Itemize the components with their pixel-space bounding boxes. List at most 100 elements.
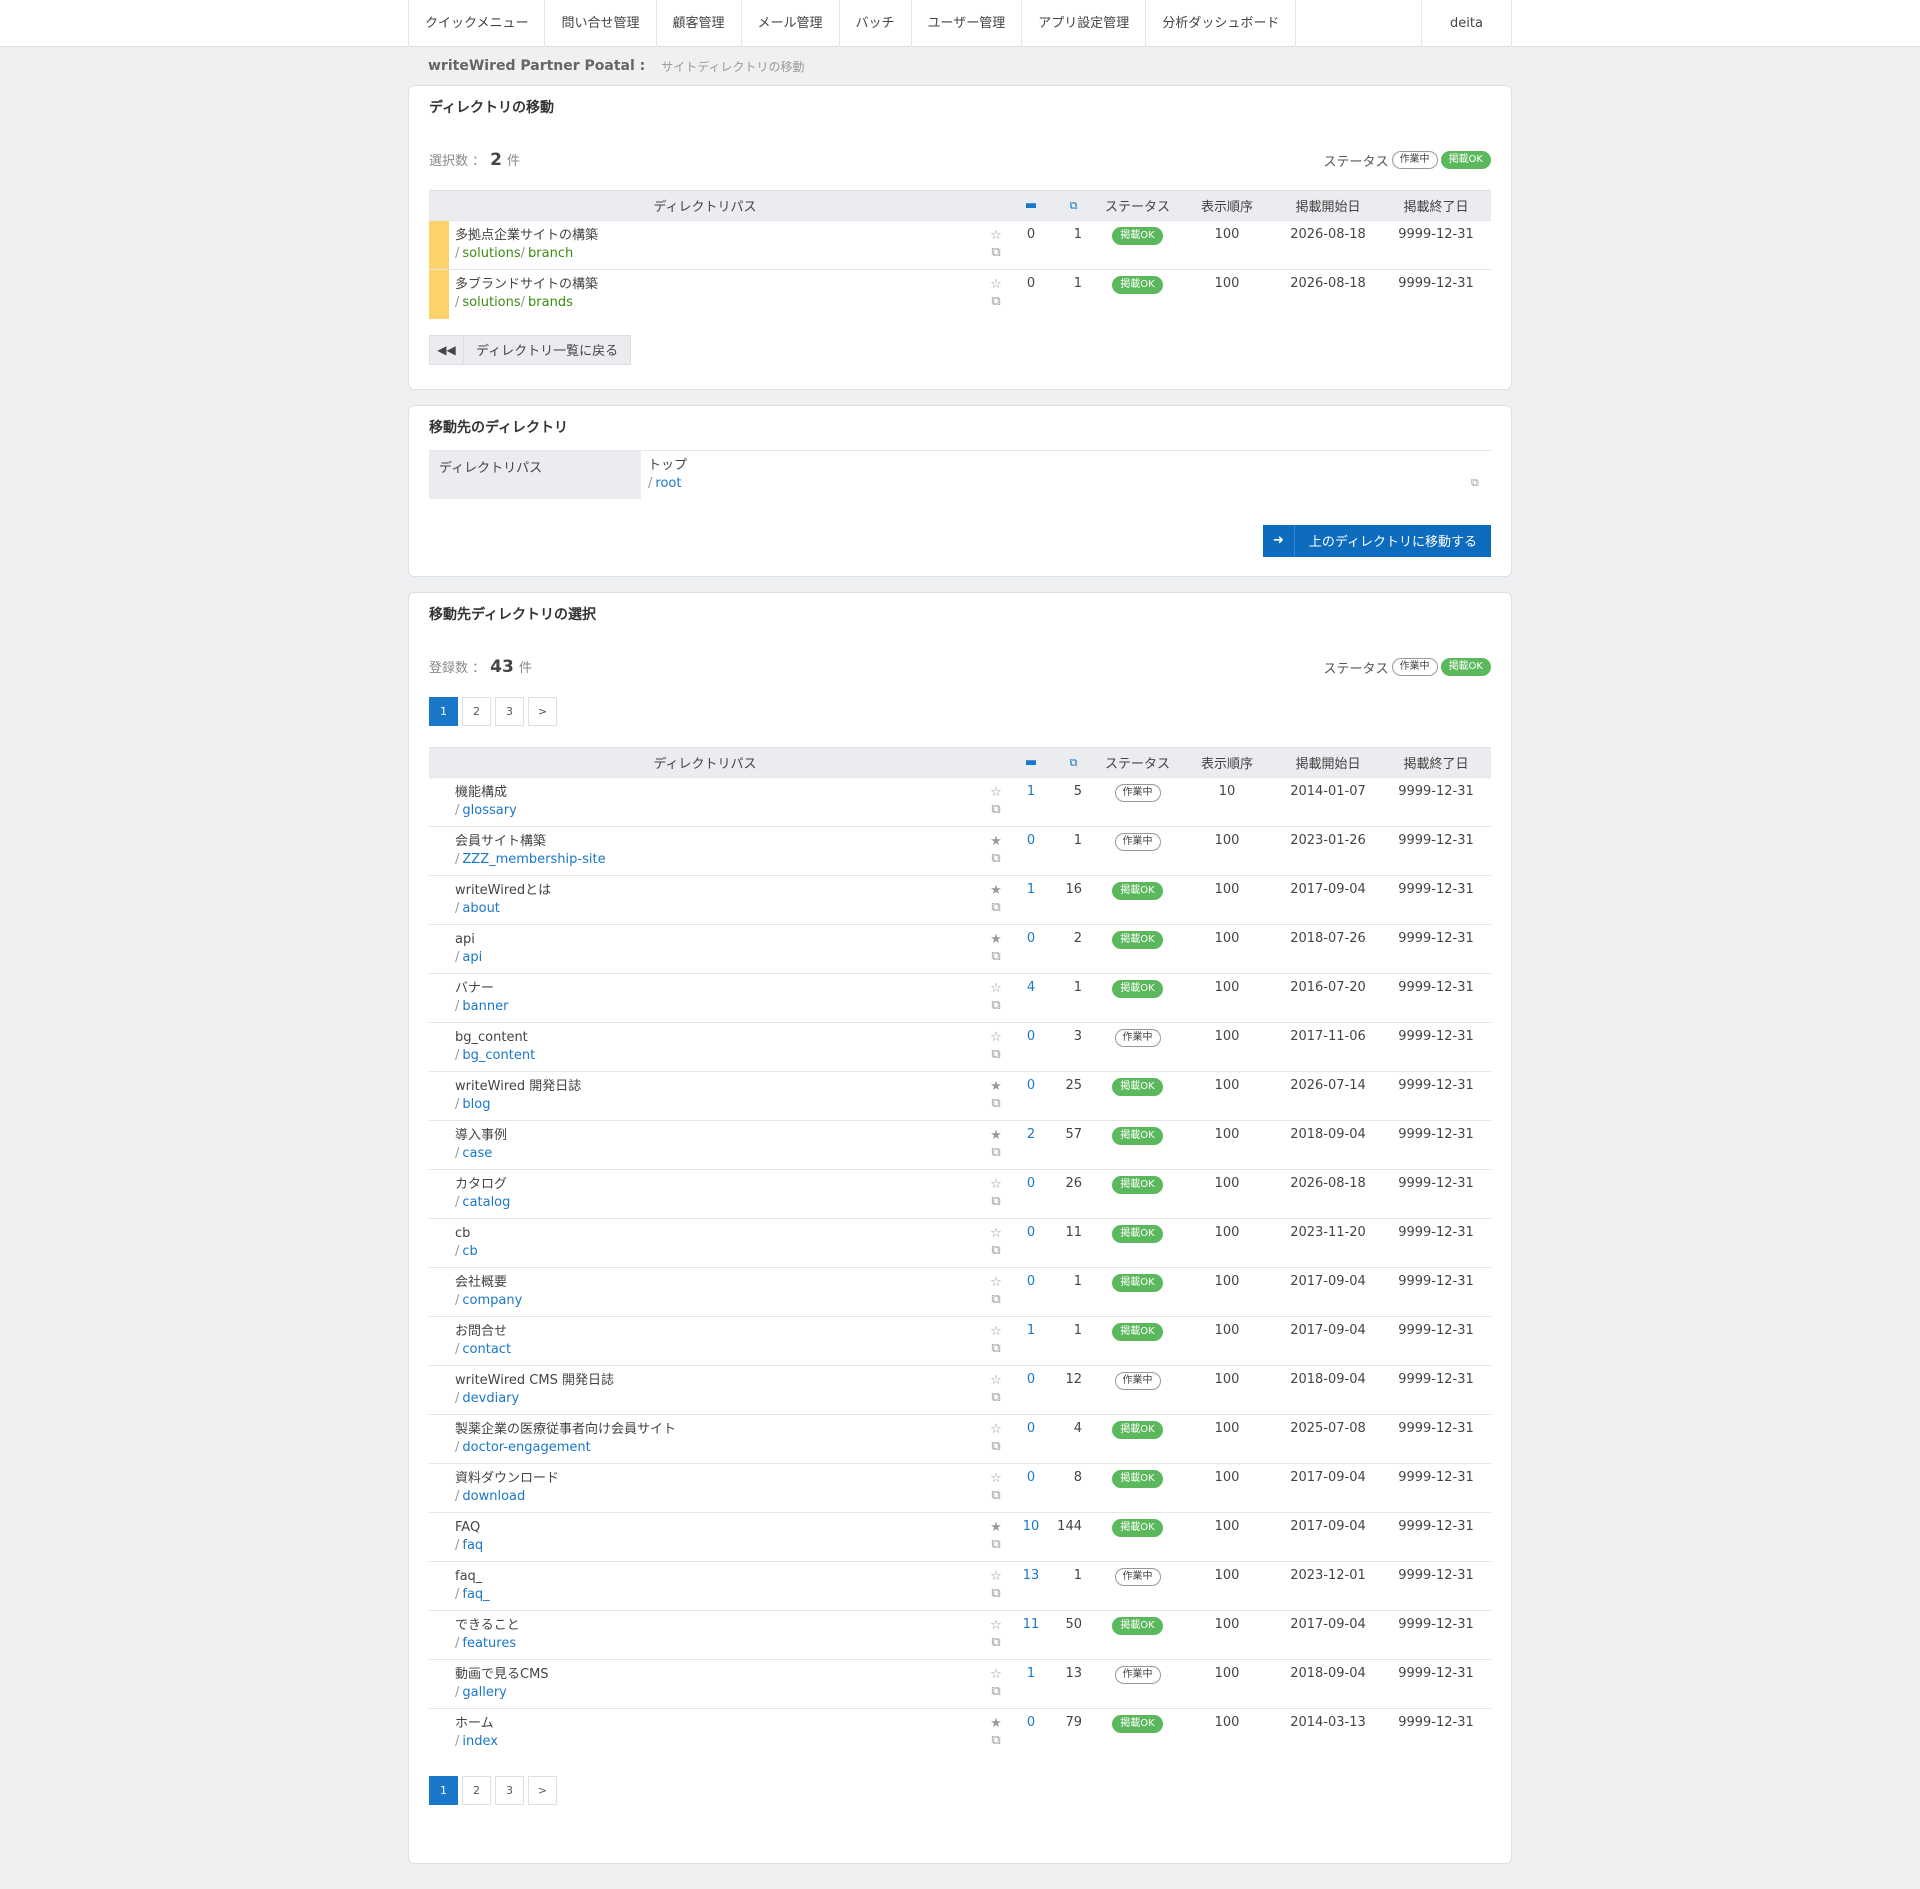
table-row[interactable]: faq_ / faq_ ☆ ⧉ 13 1 作業中 100 2023-12-01 9999-12-31: [429, 1561, 1491, 1611]
folder-count[interactable]: 0: [1011, 924, 1051, 974]
table-row[interactable]: できること / features ☆ ⧉ 11 50 掲載OK 100 2017-09-04 999…: [429, 1610, 1491, 1660]
destination-path-segment[interactable]: root: [655, 476, 681, 491]
star-icon[interactable]: ★: [981, 1715, 1011, 1732]
selected-row[interactable]: 多拠点企業サイトの構築 / solutions/branch ☆ ⧉ 0 1 掲載OK 100 2…: [429, 220, 1491, 270]
star-outline-icon[interactable]: ☆: [981, 1421, 1011, 1438]
star-icon[interactable]: ★: [981, 931, 1011, 948]
copy-icon[interactable]: ⧉: [981, 850, 1011, 867]
path-segment-link[interactable]: contact: [462, 1342, 511, 1357]
table-row[interactable]: cb / cb ☆ ⧉ 0 11 掲載OK 100 2023-11-20 9999-12-31: [429, 1218, 1491, 1268]
copy-icon[interactable]: ⧉: [981, 1487, 1011, 1504]
folder-count[interactable]: 1: [1011, 777, 1051, 827]
path-segment-link[interactable]: faq_: [462, 1587, 489, 1602]
copy-icon[interactable]: ⧉: [981, 1291, 1011, 1308]
table-row[interactable]: writeWiredとは / about ★ ⧉ 1 16 掲載OK 100 2017-09-04…: [429, 875, 1491, 925]
back-to-list-button[interactable]: ◀◀ ディレクトリ一覧に戻る: [429, 334, 632, 365]
folder-count[interactable]: 0: [1011, 1267, 1051, 1317]
selected-row[interactable]: 多ブランドサイトの構築 / solutions/brands ☆ ⧉ 0 1 掲載OK 100 2…: [429, 269, 1491, 319]
table-row[interactable]: 機能構成 / glossary ☆ ⧉ 1 5 作業中 10 2014-01-07 9999-12-…: [429, 777, 1491, 827]
copy-icon[interactable]: ⧉: [981, 1389, 1011, 1406]
page-button[interactable]: 2: [462, 697, 491, 726]
table-row[interactable]: writeWired CMS 開発日誌 / devdiary ☆ ⧉ 0 12 作業中 100 2…: [429, 1365, 1491, 1415]
table-row[interactable]: api / api ★ ⧉ 0 2 掲載OK 100 2018-07-26 9999-12-31: [429, 924, 1491, 974]
folder-count[interactable]: 0: [1011, 1708, 1051, 1758]
copy-icon[interactable]: ⧉: [981, 1634, 1011, 1651]
copy-icon[interactable]: ⧉: [981, 1046, 1011, 1063]
folder-count[interactable]: 10: [1011, 1512, 1051, 1562]
move-to-directory-button[interactable]: ➜ 上のディレクトリに移動する: [1262, 524, 1491, 557]
star-outline-icon[interactable]: ☆: [981, 1617, 1011, 1634]
path-segment-link[interactable]: branch: [528, 246, 573, 261]
copy-icon[interactable]: ⧉: [981, 1193, 1011, 1210]
table-row[interactable]: 動画で見るCMS / gallery ☆ ⧉ 1 13 作業中 100 2018-09-04 999…: [429, 1659, 1491, 1709]
page-button[interactable]: 3: [495, 697, 524, 726]
folder-count[interactable]: 0: [1011, 1169, 1051, 1219]
copy-icon[interactable]: ⧉: [981, 293, 1011, 310]
status-legend-wip[interactable]: 作業中: [1391, 658, 1438, 676]
nav-item[interactable]: アプリ設定管理: [1022, 0, 1147, 47]
copy-icon[interactable]: ⧉: [981, 801, 1011, 818]
copy-icon[interactable]: ⧉: [981, 997, 1011, 1014]
path-segment-link[interactable]: gallery: [462, 1685, 506, 1700]
star-icon[interactable]: ★: [981, 833, 1011, 850]
next-page-button[interactable]: >: [528, 1775, 557, 1805]
nav-item[interactable]: 顧客管理: [657, 0, 742, 47]
star-outline-icon[interactable]: ☆: [981, 276, 1011, 293]
path-segment-link[interactable]: download: [462, 1489, 525, 1504]
copy-icon[interactable]: ⧉: [981, 1340, 1011, 1357]
path-segment-link[interactable]: features: [462, 1636, 516, 1651]
star-outline-icon[interactable]: ☆: [981, 227, 1011, 244]
table-row[interactable]: お問合せ / contact ☆ ⧉ 1 1 掲載OK 100 2017-09-04 9999-12…: [429, 1316, 1491, 1366]
star-outline-icon[interactable]: ☆: [981, 1666, 1011, 1683]
status-legend-ok[interactable]: 掲載OK: [1440, 658, 1491, 676]
star-outline-icon[interactable]: ☆: [981, 1470, 1011, 1487]
breadcrumb-site[interactable]: writeWired Partner Poatal :: [428, 58, 645, 74]
copy-icon[interactable]: ⧉: [981, 1732, 1011, 1749]
star-icon[interactable]: ★: [981, 1127, 1011, 1144]
nav-item[interactable]: 分析ダッシュボード: [1146, 0, 1297, 47]
page-button[interactable]: 3: [495, 1775, 524, 1805]
star-outline-icon[interactable]: ☆: [981, 1323, 1011, 1340]
path-segment-link[interactable]: faq: [462, 1538, 483, 1553]
table-row[interactable]: カタログ / catalog ☆ ⧉ 0 26 掲載OK 100 2026-08-18 9999-1…: [429, 1169, 1491, 1219]
table-row[interactable]: ホーム / index ★ ⧉ 0 79 掲載OK 100 2014-03-13 9999-12-3…: [429, 1708, 1491, 1758]
folder-count[interactable]: 11: [1011, 1610, 1051, 1660]
copy-icon[interactable]: ⧉: [981, 1438, 1011, 1455]
copy-icon[interactable]: ⧉: [981, 948, 1011, 965]
copy-icon[interactable]: ⧉: [1471, 451, 1491, 499]
nav-item[interactable]: ユーザー管理: [912, 0, 1023, 47]
folder-count[interactable]: 1: [1011, 875, 1051, 925]
path-segment-link[interactable]: devdiary: [462, 1391, 519, 1406]
path-segment-link[interactable]: index: [462, 1734, 498, 1749]
folder-count[interactable]: 0: [1011, 1414, 1051, 1464]
table-row[interactable]: FAQ / faq ★ ⧉ 10 144 掲載OK 100 2017-09-04 9999-12-3…: [429, 1512, 1491, 1562]
folder-count[interactable]: 0: [1011, 1218, 1051, 1268]
star-outline-icon[interactable]: ☆: [981, 784, 1011, 801]
folder-count[interactable]: 4: [1011, 973, 1051, 1023]
folder-count[interactable]: 1: [1011, 1316, 1051, 1366]
table-row[interactable]: 資料ダウンロード / download ☆ ⧉ 0 8 掲載OK 100 2017-09-04 99…: [429, 1463, 1491, 1513]
copy-icon[interactable]: ⧉: [981, 1536, 1011, 1553]
folder-count[interactable]: 13: [1011, 1561, 1051, 1611]
path-segment-link[interactable]: solutions: [462, 295, 520, 310]
star-icon[interactable]: ★: [981, 1078, 1011, 1095]
path-segment-link[interactable]: about: [462, 901, 500, 916]
page-button[interactable]: 2: [462, 1775, 491, 1805]
folder-count[interactable]: 0: [1011, 1365, 1051, 1415]
copy-icon[interactable]: ⧉: [981, 1144, 1011, 1161]
table-row[interactable]: writeWired 開発日誌 / blog ★ ⧉ 0 25 掲載OK 100 2026-07-…: [429, 1071, 1491, 1121]
folder-count[interactable]: 0: [1011, 1071, 1051, 1121]
path-segment-link[interactable]: blog: [462, 1097, 490, 1112]
table-row[interactable]: 製薬企業の医療従事者向け会員サイト / doctor-engagement ☆ ⧉ 0 4 掲…: [429, 1414, 1491, 1464]
folder-count[interactable]: 0: [1011, 1022, 1051, 1072]
table-row[interactable]: 会員サイト構築 / ZZZ_membership-site ★ ⧉ 0 1 作業中 100 202…: [429, 826, 1491, 876]
copy-icon[interactable]: ⧉: [981, 1585, 1011, 1602]
star-outline-icon[interactable]: ☆: [981, 1372, 1011, 1389]
path-segment-link[interactable]: solutions: [462, 246, 520, 261]
page-button[interactable]: 1: [429, 1775, 458, 1805]
path-segment-link[interactable]: catalog: [462, 1195, 510, 1210]
star-outline-icon[interactable]: ☆: [981, 1225, 1011, 1242]
next-page-button[interactable]: >: [528, 697, 557, 726]
path-segment-link[interactable]: glossary: [462, 803, 516, 818]
star-icon[interactable]: ★: [981, 1519, 1011, 1536]
